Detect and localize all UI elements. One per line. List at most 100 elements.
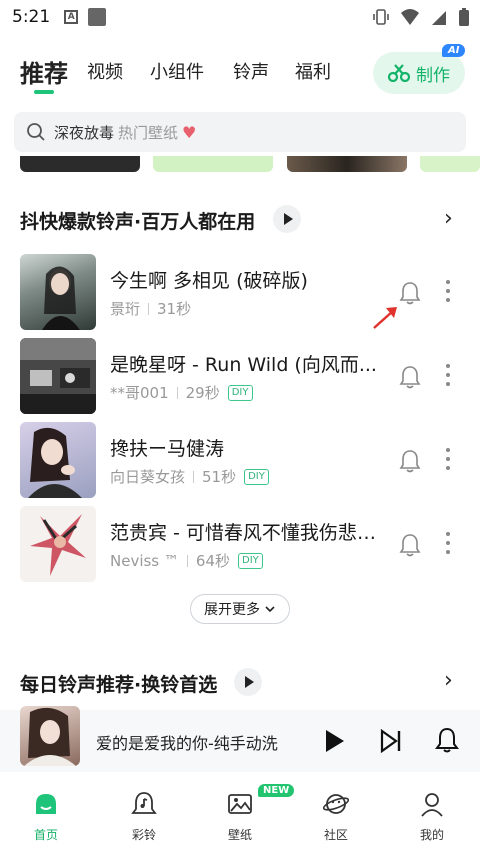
chevron-down-icon (265, 606, 275, 613)
tab-video[interactable]: 视频 (87, 58, 123, 84)
play-all-icon[interactable] (273, 205, 301, 233)
meta-divider (148, 302, 150, 315)
set-ringtone-bell-icon[interactable] (398, 448, 422, 474)
set-ringtone-bell-icon[interactable] (398, 280, 422, 306)
play-icon[interactable] (322, 728, 346, 754)
chevron-right-icon[interactable]: › (444, 206, 453, 231)
meta-divider (176, 386, 178, 399)
tab-ringtones[interactable]: 铃声 (233, 58, 269, 84)
mini-player-title: 爱的是爱我的你-纯手动洗 (96, 734, 278, 753)
wallpaper-icon (228, 794, 252, 814)
song-row[interactable]: 范贵宾 - 可惜春风不懂我伤悲-... Neviss ™ 64秒 DIY (0, 506, 480, 586)
home-icon (36, 794, 56, 814)
song-title: 是晚星呀 - Run Wild (向风而... (110, 354, 377, 376)
meta-divider (186, 554, 188, 567)
nav-profile-label: 我的 (419, 828, 444, 842)
nav-home[interactable]: 首页 (16, 790, 76, 843)
nav-wallpaper-label: 壁纸 (227, 828, 252, 842)
wifi-icon (401, 9, 419, 25)
song-row[interactable]: 是晚星呀 - Run Wild (向风而... **哥001 29秒 DIY (0, 338, 480, 418)
song-cover (20, 254, 96, 330)
song-cover (20, 506, 96, 582)
bell-icon[interactable] (434, 726, 460, 754)
song-title: 今生啊 多相见 (破碎版) (110, 270, 308, 292)
ai-badge: AI (442, 44, 466, 57)
status-time: 5:21 (12, 7, 51, 27)
nav-wallpaper[interactable]: 壁纸 (210, 790, 270, 843)
song-duration: 64秒 (195, 552, 230, 570)
banner-thumb-4[interactable] (420, 156, 480, 172)
mini-player[interactable]: 爱的是爱我的你-纯手动洗 (0, 706, 480, 772)
song-artist: 景珩 (110, 300, 141, 318)
expand-more-button[interactable]: 展开更多 (190, 594, 290, 624)
red-arrow-icon (373, 307, 397, 329)
set-ringtone-bell-icon[interactable] (398, 532, 422, 558)
song-artist: **哥001 (110, 384, 169, 402)
status-bar: 5:21 A (0, 0, 480, 34)
song-duration: 31秒 (157, 300, 192, 318)
banner-thumb-3[interactable] (287, 156, 407, 172)
banner-thumb-1[interactable] (20, 156, 140, 172)
make-button-label: 制作 (416, 65, 450, 86)
song-title: 搀扶ー马健涛 (110, 438, 225, 460)
tab-recommend[interactable]: 推荐 (20, 54, 68, 89)
song-artist: 向日葵女孩 (110, 468, 186, 486)
nav-community-label: 社区 (323, 828, 348, 842)
more-options-icon[interactable] (444, 280, 452, 307)
section-title-hot-ringtones[interactable]: 抖快爆款铃声·百万人都在用 (20, 207, 255, 234)
song-title: 范贵宾 - 可惜春风不懂我伤悲-... (110, 522, 380, 544)
chevron-right-icon[interactable]: › (444, 668, 453, 693)
top-nav: 推荐 视频 小组件 铃声 福利 制作 AI (0, 44, 480, 100)
more-options-icon[interactable] (444, 448, 452, 475)
active-tab-indicator (34, 90, 54, 94)
diy-badge: DIY (227, 384, 253, 401)
song-meta: Neviss ™ 64秒 DIY (110, 550, 263, 571)
search-hint: 热门壁纸 (118, 123, 179, 142)
nav-profile[interactable]: 我的 (402, 790, 462, 843)
song-cover (20, 338, 96, 414)
song-cover (20, 422, 96, 498)
next-track-icon[interactable] (378, 728, 404, 754)
new-badge: NEW (258, 784, 295, 797)
tab-welfare[interactable]: 福利 (295, 58, 331, 84)
song-artist: Neviss ™ (110, 551, 179, 570)
community-icon (322, 794, 350, 814)
diy-badge: DIY (238, 552, 263, 569)
scissors-icon (388, 64, 410, 82)
song-row[interactable]: 搀扶ー马健涛 向日葵女孩 51秒 DIY (0, 422, 480, 502)
nav-community[interactable]: 社区 (306, 790, 366, 843)
search-keyword: 深夜放毒 (54, 123, 115, 142)
bottom-nav: 首页 彩铃 壁纸 NEW 社区 我的 (0, 780, 480, 853)
meta-divider (193, 470, 195, 483)
more-options-icon[interactable] (444, 532, 452, 559)
song-duration: 29秒 (185, 384, 220, 402)
search-icon (27, 123, 45, 141)
battery-icon (459, 8, 469, 26)
play-all-icon[interactable] (234, 668, 262, 696)
tab-widgets[interactable]: 小组件 (150, 58, 204, 84)
song-meta: 向日葵女孩 51秒 DIY (110, 466, 269, 487)
more-options-icon[interactable] (444, 364, 452, 391)
search-bar[interactable]: 深夜放毒 热门壁纸 ♥ (14, 112, 466, 152)
nav-home-label: 首页 (33, 828, 58, 842)
song-meta: **哥001 29秒 DIY (110, 382, 253, 403)
section-title-daily[interactable]: 每日铃声推荐·换铃首选 (20, 670, 217, 697)
song-meta: 景珩 31秒 (110, 298, 191, 319)
ringtone-icon (131, 792, 157, 814)
vibrate-icon (373, 9, 389, 25)
heart-icon: ♥ (182, 122, 197, 142)
notification-square-icon (88, 8, 107, 26)
nav-color-ring[interactable]: 彩铃 (114, 790, 174, 843)
banner-thumb-2[interactable] (153, 156, 273, 172)
diy-badge: DIY (244, 468, 269, 485)
profile-icon (421, 793, 443, 817)
mini-player-cover (20, 706, 80, 766)
signal-icon (432, 11, 446, 25)
nav-color-ring-label: 彩铃 (131, 828, 156, 842)
song-duration: 51秒 (202, 468, 237, 486)
notification-a-icon: A (64, 10, 79, 24)
make-button[interactable]: 制作 (373, 52, 465, 94)
expand-more-label: 展开更多 (204, 602, 260, 618)
song-row[interactable]: 今生啊 多相见 (破碎版) 景珩 31秒 (0, 254, 480, 334)
set-ringtone-bell-icon[interactable] (398, 364, 422, 390)
